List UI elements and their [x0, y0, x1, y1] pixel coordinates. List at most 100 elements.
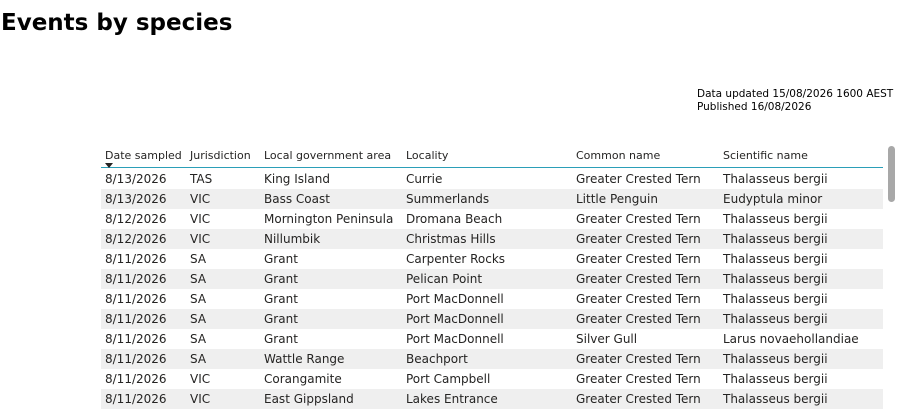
column-header-label: Scientific name: [723, 148, 808, 162]
events-table: Date sampled Jurisdiction Local governme…: [101, 143, 883, 409]
cell-common-name: Silver Gull: [576, 332, 638, 346]
cell-jurisdiction: SA: [186, 269, 260, 289]
cell-common-name: Little Penguin: [572, 189, 719, 209]
cell-date-sampled: 8/11/2026: [105, 332, 167, 346]
events-table-container: Date sampled Jurisdiction Local governme…: [101, 143, 883, 412]
column-header-common-name[interactable]: Common name: [572, 143, 719, 168]
page-title: Events by species: [1, 10, 233, 36]
cell-date-sampled: 8/11/2026: [101, 269, 186, 289]
cell-jurisdiction: SA: [190, 332, 207, 346]
column-header-label: Date sampled: [105, 148, 182, 162]
cell-scientific-name: Thalasseus bergii: [719, 389, 883, 409]
cell-date-sampled: 8/12/2026: [105, 212, 167, 226]
table-header-row: Date sampled Jurisdiction Local governme…: [101, 143, 883, 168]
cell-locality: Lakes Entrance: [402, 389, 572, 409]
column-header-locality[interactable]: Locality: [402, 143, 572, 168]
table-row[interactable]: 8/11/2026 SA Grant Port MacDonnell Silver Gu…: [101, 329, 883, 349]
cell-date-sampled: 8/12/2026: [101, 229, 186, 249]
cell-jurisdiction: VIC: [190, 212, 211, 226]
cell-common-name: Greater Crested Tern: [576, 292, 701, 306]
cell-locality: Christmas Hills: [402, 229, 572, 249]
cell-local-government-area: Grant: [260, 309, 402, 329]
table-row[interactable]: 8/12/2026 VIC Nillumbik Christmas Hills Grea…: [101, 229, 883, 249]
cell-scientific-name: Larus novaehollandiae: [723, 332, 859, 346]
column-header-label: Common name: [576, 148, 661, 162]
cell-scientific-name: Thalasseus bergii: [719, 309, 883, 329]
cell-scientific-name: Thalasseus bergii: [723, 252, 828, 266]
sort-descending-icon: [105, 163, 113, 168]
cell-scientific-name: Eudyptula minor: [719, 189, 883, 209]
cell-scientific-name: Thalasseus bergii: [723, 212, 828, 226]
table-row[interactable]: 8/11/2026 SA Grant Pelican Point Greater Cre…: [101, 269, 883, 289]
cell-scientific-name: Thalasseus bergii: [723, 372, 828, 386]
cell-jurisdiction: VIC: [186, 389, 260, 409]
table-row[interactable]: 8/11/2026 VIC East Gippsland Lakes Entrance…: [101, 389, 883, 409]
table-row[interactable]: 8/11/2026 SA Grant Carpenter Rocks Greater C…: [101, 249, 883, 269]
cell-jurisdiction: SA: [190, 292, 207, 306]
cell-locality: Pelican Point: [402, 269, 572, 289]
cell-locality: Summerlands: [402, 189, 572, 209]
cell-date-sampled: 8/13/2026: [105, 172, 167, 186]
cell-scientific-name: Thalasseus bergii: [723, 292, 828, 306]
column-header-label: Jurisdiction: [190, 148, 251, 162]
table-row[interactable]: 8/11/2026 VIC Corangamite Port Campbell Grea…: [101, 369, 883, 389]
cell-jurisdiction: VIC: [186, 229, 260, 249]
cell-local-government-area: Nillumbik: [260, 229, 402, 249]
cell-local-government-area: Mornington Peninsula: [264, 212, 394, 226]
cell-local-government-area: Corangamite: [264, 372, 342, 386]
cell-jurisdiction: VIC: [190, 372, 211, 386]
cell-scientific-name: Thalasseus bergii: [723, 172, 828, 186]
cell-scientific-name: Thalasseus bergii: [719, 229, 883, 249]
cell-local-government-area: Bass Coast: [260, 189, 402, 209]
cell-locality: Beachport: [402, 349, 572, 369]
vertical-scrollbar[interactable]: [888, 146, 895, 202]
cell-common-name: Greater Crested Tern: [572, 269, 719, 289]
table-row[interactable]: 8/12/2026 VIC Mornington Peninsula Dromana …: [101, 209, 883, 229]
column-header-scientific-name[interactable]: Scientific name: [719, 143, 883, 168]
cell-jurisdiction: TAS: [190, 172, 213, 186]
cell-jurisdiction: SA: [186, 309, 260, 329]
cell-date-sampled: 8/11/2026: [101, 349, 186, 369]
cell-locality: Currie: [406, 172, 443, 186]
cell-date-sampled: 8/11/2026: [101, 309, 186, 329]
data-updated-text: Data updated 15/08/2026 1600 AEST: [697, 88, 894, 100]
cell-local-government-area: King Island: [264, 172, 330, 186]
cell-common-name: Greater Crested Tern: [576, 372, 701, 386]
column-header-label: Local government area: [264, 148, 392, 162]
column-header-label: Locality: [406, 148, 449, 162]
cell-locality: Port MacDonnell: [406, 332, 504, 346]
table-row[interactable]: 8/11/2026 SA Wattle Range Beachport Greater …: [101, 349, 883, 369]
column-header-jurisdiction[interactable]: Jurisdiction: [186, 143, 260, 168]
published-text: Published 16/08/2026: [697, 101, 812, 113]
cell-scientific-name: Thalasseus bergii: [719, 269, 883, 289]
table-row[interactable]: 8/11/2026 SA Grant Port MacDonnell Greater C…: [101, 309, 883, 329]
table-row[interactable]: 8/13/2026 TAS King Island Currie Greater Cre…: [101, 168, 883, 190]
cell-locality: Port MacDonnell: [402, 309, 572, 329]
cell-jurisdiction: SA: [190, 252, 207, 266]
cell-locality: Port Campbell: [406, 372, 491, 386]
table-body: 8/13/2026 TAS King Island Currie Greater Cre…: [101, 168, 883, 409]
table-row[interactable]: 8/11/2026 SA Grant Port MacDonnell Greater C…: [101, 289, 883, 309]
update-info: Data updated 15/08/2026 1600 AEST Publis…: [697, 88, 893, 114]
cell-local-government-area: Grant: [264, 332, 298, 346]
cell-common-name: Greater Crested Tern: [572, 349, 719, 369]
cell-date-sampled: 8/11/2026: [105, 292, 167, 306]
table-row[interactable]: 8/13/2026 VIC Bass Coast Summerlands Little …: [101, 189, 883, 209]
cell-jurisdiction: SA: [186, 349, 260, 369]
cell-common-name: Greater Crested Tern: [572, 389, 719, 409]
cell-local-government-area: East Gippsland: [260, 389, 402, 409]
cell-date-sampled: 8/11/2026: [101, 389, 186, 409]
column-header-date-sampled[interactable]: Date sampled: [101, 143, 186, 168]
cell-common-name: Greater Crested Tern: [576, 212, 701, 226]
cell-scientific-name: Thalasseus bergii: [719, 349, 883, 369]
cell-date-sampled: 8/11/2026: [105, 252, 167, 266]
cell-date-sampled: 8/13/2026: [101, 189, 186, 209]
cell-jurisdiction: VIC: [186, 189, 260, 209]
cell-local-government-area: Grant: [264, 252, 298, 266]
cell-locality: Dromana Beach: [406, 212, 503, 226]
cell-local-government-area: Grant: [264, 292, 298, 306]
cell-common-name: Greater Crested Tern: [576, 252, 701, 266]
cell-common-name: Greater Crested Tern: [572, 309, 719, 329]
column-header-local-government-area[interactable]: Local government area: [260, 143, 402, 168]
cell-common-name: Greater Crested Tern: [576, 172, 701, 186]
